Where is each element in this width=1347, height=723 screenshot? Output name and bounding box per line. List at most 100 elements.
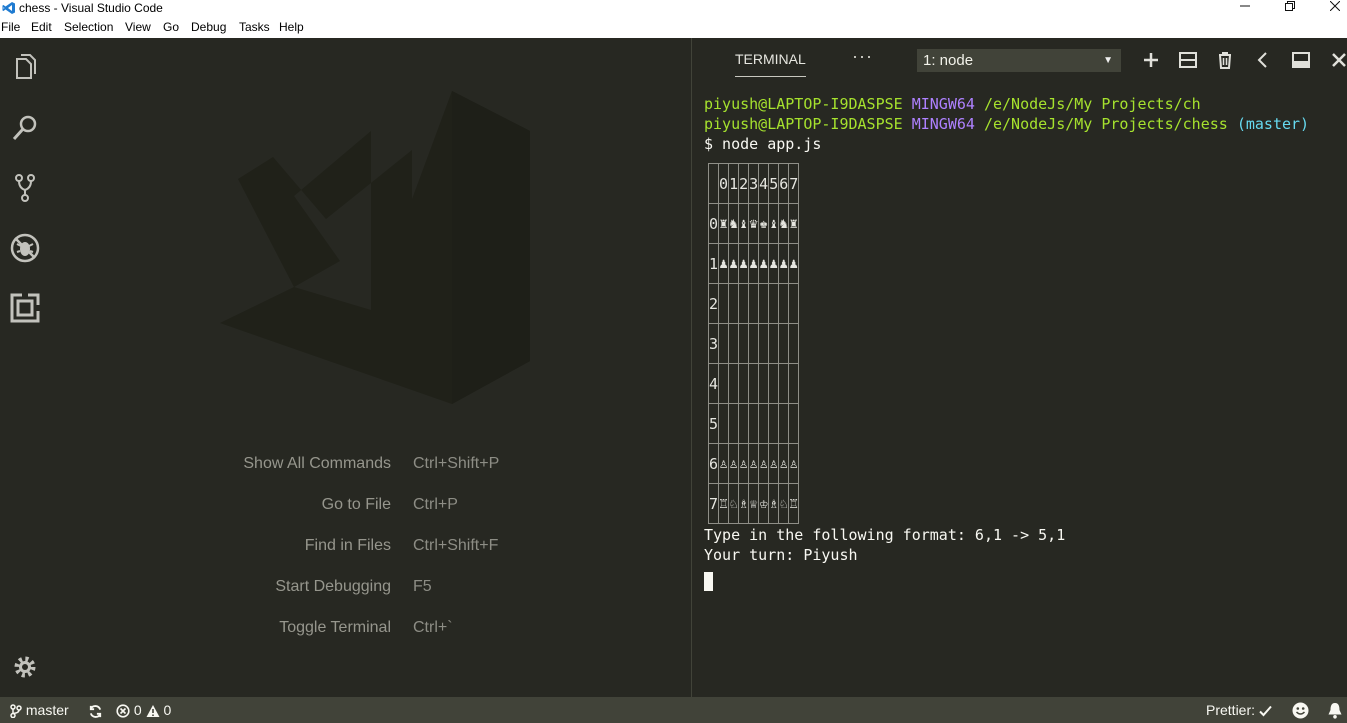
board-header-row: 01234567: [707, 163, 800, 204]
prompt-branch: (master): [1236, 115, 1310, 133]
board-square: ♛: [748, 203, 760, 244]
settings-gear-icon[interactable]: [9, 651, 41, 683]
menu-view[interactable]: View: [125, 20, 151, 35]
board-row-header: 4: [707, 363, 720, 404]
restore-button[interactable]: [1267, 0, 1313, 17]
board-square: [788, 283, 800, 324]
board-square: ♙: [738, 443, 750, 484]
board-square: ♙: [718, 443, 730, 484]
menu-go[interactable]: Go: [163, 20, 179, 35]
branch-indicator[interactable]: master: [10, 697, 69, 723]
menu-tasks[interactable]: Tasks: [239, 20, 270, 35]
board-square: [778, 403, 790, 444]
terminal-select[interactable]: 1: node ▼: [917, 49, 1121, 72]
files-icon[interactable]: [9, 52, 41, 84]
board-square: [728, 363, 740, 404]
problems-indicator[interactable]: 0 0: [116, 697, 171, 723]
board-col-header: 0: [718, 163, 730, 204]
board-square: [748, 283, 760, 324]
notifications-bell-icon[interactable]: [1327, 702, 1343, 719]
restore-icon: [1285, 1, 1295, 11]
board-row: 3: [707, 323, 800, 364]
board-square: [778, 363, 790, 404]
menu-edit[interactable]: Edit: [31, 20, 52, 35]
board-square: ♘: [778, 483, 790, 524]
minimize-button[interactable]: [1222, 0, 1268, 17]
prompt-env: MINGW64: [911, 95, 975, 113]
terminal-format-hint: Type in the following format: 6,1 -> 5,1: [704, 526, 1066, 544]
board-col-header: 7: [788, 163, 800, 204]
menu-file[interactable]: File: [1, 20, 20, 35]
minimize-icon: [1240, 5, 1250, 7]
board-square: ♖: [788, 483, 800, 524]
shortcut-key: Ctrl+Shift+P: [413, 455, 500, 472]
chess-board: 0 1 2 3 4 5 6 7 0 ♜ ♞ ♝ ♛ ♚ ♝ ♞ ♜ 1 ♟ ♟ ♟ ♟ ♟ ♟ ♟ ♟ 2 3 4 5 6 ♙ ♙ ♙ ♙ ♙ ♙ ♙ ♙ 7…: [707, 163, 800, 524]
feedback-smiley-icon[interactable]: [1292, 702, 1309, 719]
shortcut-row[interactable]: Show All Commands Ctrl+Shift+P: [50, 453, 691, 475]
status-bar: master 0 0 Prettier:: [0, 697, 1347, 723]
menu-debug[interactable]: Debug: [191, 20, 226, 35]
board-square: ♟: [778, 243, 790, 284]
close-panel-icon[interactable]: [1329, 50, 1347, 70]
board-square: ♝: [768, 203, 780, 244]
board-square: [738, 403, 750, 444]
board-row-header: 6: [707, 443, 720, 484]
board-col-header: [707, 163, 720, 204]
board-square: ♟: [748, 243, 760, 284]
board-square: [788, 363, 800, 404]
sync-button[interactable]: [88, 697, 103, 723]
git-branch-icon: [10, 704, 22, 719]
shortcut-row[interactable]: Go to File Ctrl+P: [50, 494, 691, 516]
board-square: ♕: [748, 483, 760, 524]
terminal-turn: Your turn: Piyush: [704, 546, 858, 564]
board-row: 6 ♙ ♙ ♙ ♙ ♙ ♙ ♙ ♙: [707, 443, 800, 484]
shortcut-row[interactable]: Toggle Terminal Ctrl+`: [50, 617, 691, 639]
shortcut-label: Show All Commands: [243, 455, 391, 472]
prompt-path: /e/NodeJs/My Projects/ch: [983, 95, 1201, 113]
board-square: ♙: [778, 443, 790, 484]
board-col-header: 6: [778, 163, 790, 204]
more-actions-icon[interactable]: ···: [852, 46, 873, 67]
board-square: [748, 323, 760, 364]
board-square: ♞: [728, 203, 740, 244]
shortcut-key: F5: [413, 578, 432, 595]
shortcut-label: Toggle Terminal: [279, 619, 391, 636]
menu-help[interactable]: Help: [279, 20, 304, 35]
shortcut-key: Ctrl+P: [413, 496, 458, 513]
board-col-header: 3: [748, 163, 760, 204]
board-square: [758, 283, 770, 324]
prettier-status[interactable]: Prettier:: [1206, 697, 1272, 723]
title-bar: chess - Visual Studio Code: [0, 0, 1347, 17]
board-square: [728, 403, 740, 444]
extensions-icon[interactable]: [9, 292, 41, 324]
split-terminal-icon[interactable]: [1178, 50, 1198, 70]
board-row: 1 ♟ ♟ ♟ ♟ ♟ ♟ ♟ ♟: [707, 243, 800, 284]
new-terminal-icon[interactable]: [1141, 50, 1161, 70]
board-square: ♙: [758, 443, 770, 484]
board-square: ♟: [728, 243, 740, 284]
terminal-select-value: 1: node: [923, 52, 974, 69]
maximize-panel-icon[interactable]: [1291, 50, 1311, 70]
tab-terminal[interactable]: TERMINAL: [735, 50, 806, 77]
board-square: ♟: [768, 243, 780, 284]
close-window-button[interactable]: [1312, 0, 1347, 17]
menu-selection[interactable]: Selection: [64, 20, 113, 35]
source-control-icon[interactable]: [9, 172, 41, 204]
board-col-header: 2: [738, 163, 750, 204]
board-square: ♟: [788, 243, 800, 284]
trash-icon[interactable]: [1215, 50, 1235, 70]
chevron-down-icon: ▼: [1103, 55, 1113, 66]
board-col-header: 1: [728, 163, 740, 204]
shortcut-row[interactable]: Start Debugging F5: [50, 576, 691, 598]
shortcut-row[interactable]: Find in Files Ctrl+Shift+F: [50, 535, 691, 557]
chevron-left-icon[interactable]: [1253, 50, 1273, 70]
board-square: ♙: [748, 443, 760, 484]
board-row: 5: [707, 403, 800, 444]
search-icon[interactable]: [9, 112, 41, 144]
board-square: ♟: [738, 243, 750, 284]
board-square: [758, 403, 770, 444]
board-row-header: 3: [707, 323, 720, 364]
debug-icon[interactable]: [9, 232, 41, 264]
board-square: [738, 323, 750, 364]
board-square: ♟: [718, 243, 730, 284]
